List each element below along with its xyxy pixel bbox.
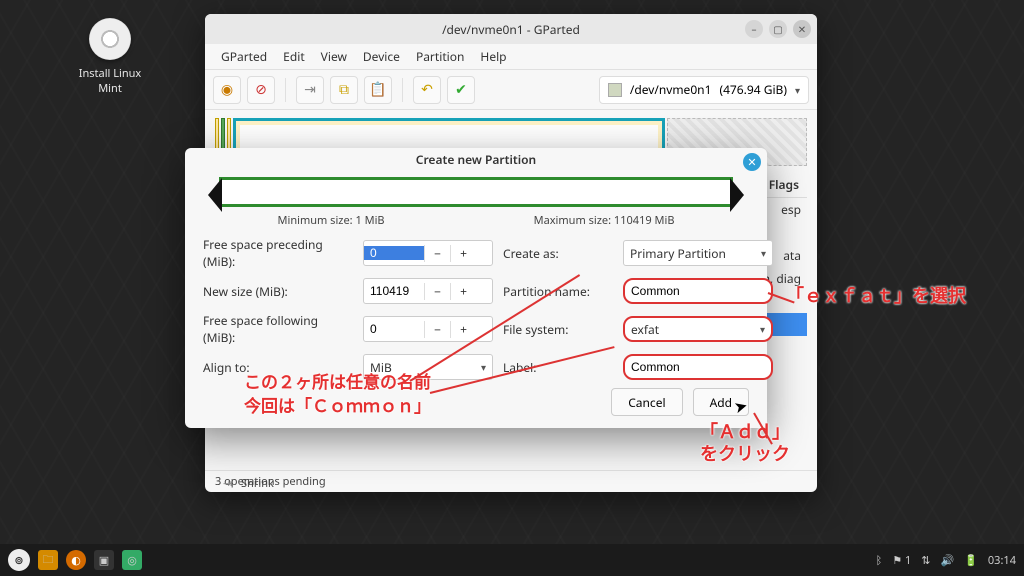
new-size-field[interactable]: [364, 284, 424, 298]
clock[interactable]: 03:14: [988, 553, 1016, 568]
window-minimize-button[interactable]: –: [745, 20, 763, 38]
taskbar-terminal-icon[interactable]: ▣: [94, 550, 114, 570]
max-size-label: Maximum size: 110419 MiB: [534, 213, 675, 228]
annotation-exfat: 「ｅｘｆａｔ」を選択: [786, 282, 966, 308]
label-new-size: New size (MiB):: [203, 283, 353, 300]
menu-help[interactable]: Help: [474, 45, 512, 68]
window-titlebar[interactable]: /dev/nvme0n1 - GParted – ▢ ✕: [205, 14, 817, 44]
menu-edit[interactable]: Edit: [277, 45, 310, 68]
chevron-down-icon: ▾: [481, 360, 486, 374]
status-bar: 3 operations pending: [205, 470, 817, 492]
chevron-down-icon: ▾: [760, 322, 765, 336]
toolbar-separator: [285, 78, 286, 102]
pending-operations: ⇥Shrink ⇥Move ✚Creat: [223, 475, 274, 492]
label-file-system: File system:: [503, 321, 613, 338]
input-label[interactable]: [623, 354, 773, 380]
annotation-names-line2: 今回は「Ｃｏｍｍｏｎ」: [244, 392, 431, 417]
plus-icon[interactable]: +: [450, 245, 476, 262]
dialog-close-button[interactable]: ✕: [743, 153, 761, 171]
plus-icon[interactable]: +: [450, 321, 476, 338]
minus-icon[interactable]: −: [424, 245, 450, 262]
input-partition-name[interactable]: [623, 278, 773, 304]
minus-icon[interactable]: −: [424, 283, 450, 300]
label-create-as: Create as:: [503, 245, 613, 262]
free-after-field[interactable]: [364, 322, 424, 336]
combo-file-system[interactable]: exfat▾: [623, 316, 773, 342]
chevron-down-icon: ▾: [795, 83, 800, 97]
toolbar-copy-icon[interactable]: ⧉: [330, 76, 358, 104]
network-icon[interactable]: ⇅: [921, 553, 930, 568]
input-new-size[interactable]: −+: [363, 278, 493, 304]
menu-view[interactable]: View: [315, 45, 353, 68]
start-menu-button[interactable]: ⊚: [8, 549, 30, 571]
free-before-field[interactable]: [364, 246, 424, 260]
menu-device[interactable]: Device: [357, 45, 406, 68]
toolbar-delete-icon[interactable]: ⊘: [247, 76, 275, 104]
device-label: /dev/nvme0n1: [630, 81, 712, 98]
min-size-label: Minimum size: 1 MiB: [278, 213, 385, 228]
annotation-add-line2: をクリック: [700, 440, 790, 466]
system-tray: ᛒ ⚑ 1 ⇅ 🔊 🔋 03:14: [876, 553, 1016, 568]
window-title: /dev/nvme0n1 - GParted: [442, 21, 580, 38]
volume-icon[interactable]: 🔊: [940, 553, 954, 568]
label-partition-name: Partition name:: [503, 283, 613, 300]
dialog-title: Create new Partition: [416, 151, 536, 168]
chevron-down-icon: ▾: [761, 246, 766, 260]
plus-icon[interactable]: +: [450, 283, 476, 300]
input-free-before[interactable]: −+: [363, 240, 493, 266]
cancel-button[interactable]: Cancel: [611, 388, 682, 416]
pending-op[interactable]: ⇥Shrink: [223, 475, 274, 492]
disc-icon: [89, 18, 131, 60]
window-maximize-button[interactable]: ▢: [769, 20, 787, 38]
label-field[interactable]: [631, 360, 765, 374]
partition-name-field[interactable]: [631, 284, 765, 298]
toolbar-new-icon[interactable]: ◉: [213, 76, 241, 104]
disk-icon: [608, 83, 622, 97]
annotation-names-line1: この２ヶ所は任意の名前: [244, 368, 431, 393]
device-size: (476.94 GiB): [719, 81, 787, 98]
taskbar: ⊚ 🗀 ◐ ▣ ◎ ᛒ ⚑ 1 ⇅ 🔊 🔋 03:14: [0, 544, 1024, 576]
label-free-after: Free space following (MiB):: [203, 312, 353, 346]
menu-gparted[interactable]: GParted: [215, 45, 273, 68]
taskbar-firefox-icon[interactable]: ◐: [66, 550, 86, 570]
slider-handle-right[interactable]: [730, 178, 744, 212]
desktop-icon-label: Install Linux Mint: [70, 66, 150, 96]
device-selector[interactable]: /dev/nvme0n1 (476.94 GiB) ▾: [599, 76, 809, 104]
slider-handle-left[interactable]: [208, 178, 222, 212]
toolbar-apply-icon[interactable]: ✔: [447, 76, 475, 104]
menubar: GParted Edit View Device Partition Help: [205, 44, 817, 70]
taskbar-gparted-icon[interactable]: ◎: [122, 550, 142, 570]
combo-create-as[interactable]: Primary Partition▾: [623, 240, 773, 266]
window-close-button[interactable]: ✕: [793, 20, 811, 38]
update-icon[interactable]: ⚑ 1: [892, 553, 911, 568]
size-slider[interactable]: [219, 177, 733, 207]
dialog-titlebar[interactable]: Create new Partition ✕: [185, 148, 767, 171]
desktop-icon-install[interactable]: Install Linux Mint: [70, 18, 150, 96]
input-free-after[interactable]: −+: [363, 316, 493, 342]
toolbar-separator: [402, 78, 403, 102]
label-free-before: Free space preceding (MiB):: [203, 236, 353, 270]
toolbar-paste-icon[interactable]: 📋: [364, 76, 392, 104]
toolbar: ◉ ⊘ ⇥ ⧉ 📋 ↶ ✔ /dev/nvme0n1 (476.94 GiB) …: [205, 70, 817, 110]
toolbar-undo-icon[interactable]: ↶: [413, 76, 441, 104]
menu-partition[interactable]: Partition: [410, 45, 470, 68]
taskbar-files-icon[interactable]: 🗀: [38, 550, 58, 570]
bluetooth-icon[interactable]: ᛒ: [876, 553, 883, 568]
resize-icon: ⇥: [223, 476, 235, 491]
battery-icon[interactable]: 🔋: [964, 553, 978, 568]
minus-icon[interactable]: −: [424, 321, 450, 338]
toolbar-resize-icon[interactable]: ⇥: [296, 76, 324, 104]
